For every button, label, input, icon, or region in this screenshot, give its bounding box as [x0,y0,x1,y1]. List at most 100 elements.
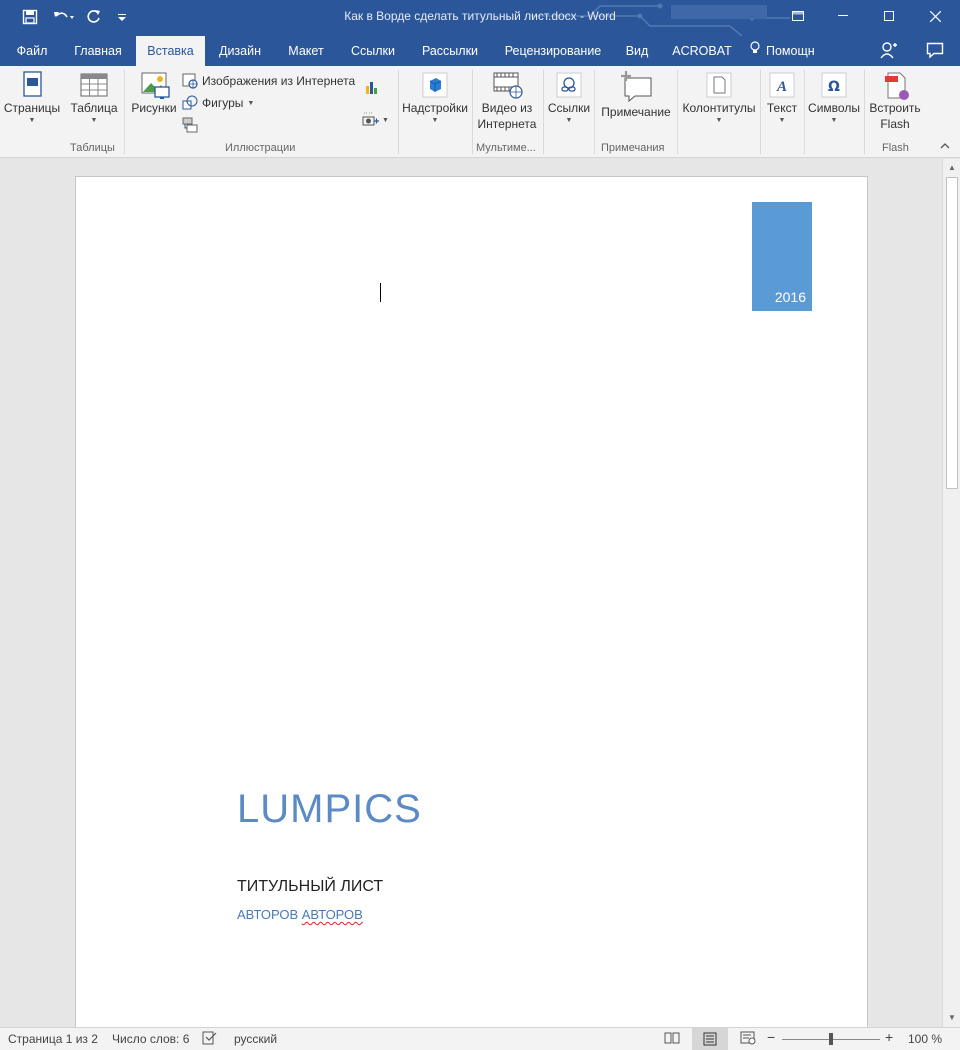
pages-button[interactable]: Страницы ▼ [2,70,62,126]
shapes-button[interactable]: Фигуры ▼ [182,95,254,111]
tab-acrobat[interactable]: ACROBAT [664,36,740,66]
header-footer-icon [704,70,734,100]
flash-icon [880,70,910,100]
group-separator [804,70,805,154]
minimize-icon[interactable] [820,0,866,32]
tab-layout[interactable]: Макет [277,36,335,66]
document-page[interactable]: 2016 LUMPICS ТИТУЛЬНЫЙ ЛИСТ АВТОРОВ АВТО… [75,176,868,1027]
year-block[interactable]: 2016 [752,202,812,311]
pictures-label: Рисунки [131,101,177,115]
pictures-button[interactable]: Рисунки [128,70,180,116]
tab-home[interactable]: Главная [64,36,132,66]
text-cursor [380,283,381,302]
comment-button[interactable]: Примечание [597,70,675,120]
screenshot-icon [362,112,379,128]
group-separator [594,70,595,154]
online-video-label-1: Видео из [481,101,533,115]
link-icon [554,70,584,100]
zoom-in-icon[interactable]: + [885,1029,893,1045]
web-layout-icon[interactable] [740,1030,756,1049]
chart-button[interactable] [364,79,380,95]
comments-icon[interactable] [926,41,944,63]
zoom-level[interactable]: 100 % [908,1032,942,1046]
tab-insert[interactable]: Вставка [136,36,205,66]
table-label: Таблица [70,101,118,115]
smartart-button[interactable] [182,117,198,133]
online-video-button[interactable]: Видео из Интернета [474,70,540,132]
share-user-icon[interactable] [880,41,898,63]
flash-group-label: Flash [882,142,909,154]
author-word-2: АВТОРОВ [301,907,363,922]
maximize-icon[interactable] [866,0,912,32]
links-button[interactable]: Ссылки ▼ [545,70,593,126]
tell-me-box[interactable]: Помощн [750,36,824,66]
screenshot-button[interactable]: ▼ [362,112,389,128]
text-box-icon: A [767,70,797,100]
lightbulb-icon [750,36,762,66]
ribbon-tabs: Файл Главная Вставка Дизайн Макет Ссылки… [0,36,960,66]
symbols-button[interactable]: Ω Символы ▼ [806,70,862,126]
chart-icon [364,79,380,95]
ribbon-insert: Страницы ▼ Таблица ▼ Таблицы Рисунки Изо… [0,66,960,158]
document-subtitle[interactable]: ТИТУЛЬНЫЙ ЛИСТ [237,878,383,896]
header-footer-label: Колонтитулы [682,101,756,115]
comments-group-label: Примечания [601,142,665,154]
text-button[interactable]: A Текст ▼ [762,70,802,126]
tab-mailings[interactable]: Рассылки [413,36,487,66]
online-pictures-label: Изображения из Интернета [202,74,356,88]
print-layout-icon[interactable] [692,1028,728,1050]
tab-references[interactable]: Ссылки [341,36,405,66]
embed-flash-button[interactable]: Встроить Flash [866,70,924,132]
vertical-scrollbar[interactable]: ▲ ▼ [942,159,960,1027]
collapse-ribbon-icon[interactable] [940,142,950,153]
new-comment-icon [619,70,653,103]
zoom-out-icon[interactable]: − [767,1029,775,1045]
scroll-down-arrow-icon[interactable]: ▼ [946,1012,958,1024]
pages-icon [17,70,47,100]
document-author[interactable]: АВТОРОВ АВТОРОВ [237,907,363,922]
tab-review[interactable]: Рецензирование [496,36,610,66]
read-mode-icon[interactable] [664,1030,680,1049]
group-separator [760,70,761,154]
tab-view[interactable]: Вид [618,36,656,66]
table-button[interactable]: Таблица ▼ [66,70,122,126]
document-title[interactable]: LUMPICS [237,787,422,832]
ribbon-display-options-icon[interactable] [775,0,821,32]
group-separator [543,70,544,154]
group-separator [472,70,473,154]
tell-me-label: Помощн [766,44,815,58]
svg-text:Ω: Ω [828,79,840,95]
addins-label: Надстройки [402,101,468,115]
smartart-icon [182,117,198,133]
word-count[interactable]: Число слов: 6 [112,1032,189,1046]
online-video-label-2: Интернета [477,117,537,131]
embed-flash-label-1: Встроить [869,101,921,115]
store-icon [420,70,450,100]
scroll-up-arrow-icon[interactable]: ▲ [946,162,958,174]
year-text[interactable]: 2016 [775,289,806,305]
shapes-icon [182,95,198,111]
document-area[interactable]: 2016 LUMPICS ТИТУЛЬНЫЙ ЛИСТ АВТОРОВ АВТО… [0,159,942,1027]
page-count[interactable]: Страница 1 из 2 [8,1032,98,1046]
tables-group-label: Таблицы [70,142,115,154]
close-icon[interactable] [912,0,958,32]
header-footer-button[interactable]: Колонтитулы ▼ [680,70,758,126]
proofing-icon[interactable] [202,1030,218,1049]
multimedia-group-label: Мультиме... [476,142,536,154]
tab-file[interactable]: Файл [4,36,60,66]
language[interactable]: русский [234,1032,277,1046]
group-separator [864,70,865,154]
zoom-slider-knob[interactable] [829,1033,833,1045]
text-label: Текст [766,101,798,115]
online-video-icon [492,70,523,100]
tab-design[interactable]: Дизайн [209,36,271,66]
shapes-label: Фигуры [202,96,244,110]
title-bar: Как в Ворде сделать титульный лист.docx … [0,0,960,36]
scrollbar-thumb[interactable] [946,177,958,489]
addins-button[interactable]: Надстройки ▼ [400,70,470,126]
picture-icon [139,70,170,100]
status-bar: Страница 1 из 2 Число слов: 6 русский − … [0,1027,960,1050]
symbols-label: Символы [808,101,860,115]
online-pictures-button[interactable]: Изображения из Интернета [182,73,355,89]
comment-label: Примечание [601,105,671,119]
